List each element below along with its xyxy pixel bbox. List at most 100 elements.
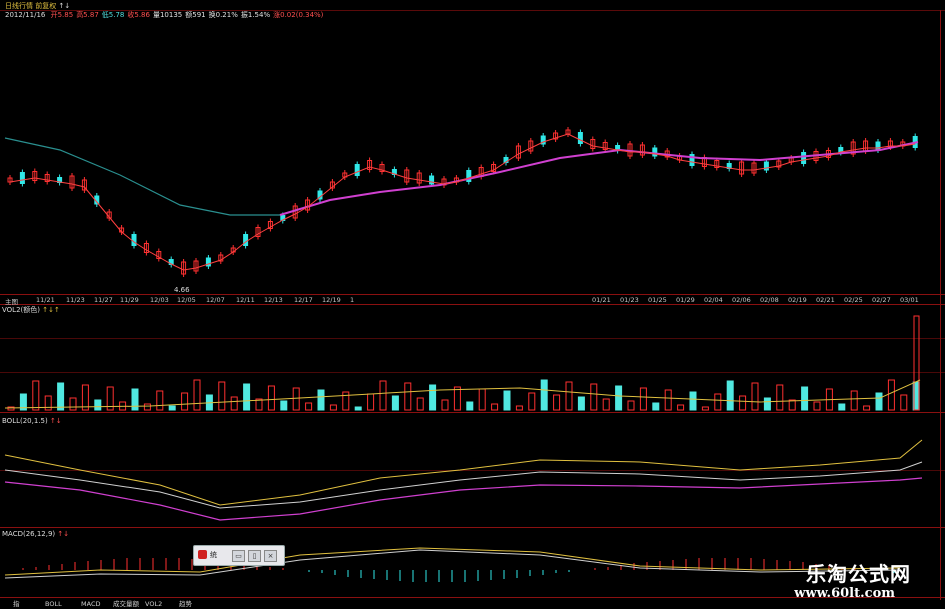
- candle-body: [243, 234, 249, 246]
- volume-bar: [503, 390, 511, 411]
- boll-arrows[interactable]: ↑↓: [50, 417, 62, 425]
- candle-body: [19, 172, 25, 184]
- x-tick-label: 02/21: [816, 296, 835, 304]
- x-tick-label: 12/11: [236, 296, 255, 304]
- volume-bar: [763, 397, 771, 411]
- volume-bar: [466, 401, 474, 411]
- volume-bar: [131, 388, 139, 411]
- candle-body: [801, 152, 807, 164]
- x-tick-label: 11/23: [66, 296, 85, 304]
- chart-canvas: [4, 127, 923, 582]
- volume-bar: [478, 388, 486, 411]
- volume-bar: [416, 397, 424, 411]
- toolbar-logo-icon: [198, 550, 207, 559]
- volume-bar: [838, 403, 846, 411]
- volume-bar: [677, 404, 685, 411]
- floating-toolbar[interactable]: 统 ▭ ▯ ×: [193, 545, 285, 566]
- watermark-title: 乐淘公式网: [806, 562, 911, 586]
- volume-bar: [193, 379, 201, 411]
- x-tick-label: 02/08: [760, 296, 779, 304]
- x-tick-label: 03/01: [900, 296, 919, 304]
- volume-bar: [639, 387, 647, 411]
- tab-0[interactable]: 指: [10, 600, 23, 609]
- volume-bar: [602, 398, 610, 411]
- candle-body: [875, 141, 881, 151]
- volume-bar: [280, 400, 288, 411]
- volume-bar: [230, 396, 238, 411]
- boll-upper-line: [4, 439, 923, 506]
- macd-label[interactable]: MACD(26,12,9): [2, 530, 55, 538]
- volume-bar: [887, 379, 895, 411]
- minimize-button[interactable]: ▭: [232, 550, 245, 562]
- tab-3[interactable]: 成交量额: [110, 600, 142, 609]
- volume-bar: [664, 389, 672, 411]
- x-tick-label: 1: [350, 296, 355, 304]
- volume-bar: [317, 389, 325, 411]
- x-tick-label: 12/05: [177, 296, 196, 304]
- macd-panel-title: MACD(26,12,9) ↑↓: [2, 530, 69, 539]
- volume-bar: [429, 384, 437, 411]
- close-button[interactable]: ×: [264, 550, 277, 562]
- volume-bar: [32, 380, 40, 411]
- volume-arrows[interactable]: ↑↓↑: [42, 306, 60, 314]
- volume-bar: [689, 391, 697, 411]
- x-tick-label: 02/06: [732, 296, 751, 304]
- volume-bar: [491, 403, 499, 411]
- volume-label[interactable]: VOL2(额色): [2, 306, 40, 314]
- macd-arrows[interactable]: ↑↓: [57, 530, 69, 538]
- x-tick-label: 12/17: [294, 296, 313, 304]
- x-tick-label: 02/25: [844, 296, 863, 304]
- volume-bar: [391, 395, 399, 411]
- candle-body: [763, 161, 769, 171]
- tab-2[interactable]: MACD: [78, 600, 103, 609]
- x-tick-label: 02/04: [704, 296, 723, 304]
- volume-bar: [453, 386, 461, 411]
- volume-bar: [354, 406, 362, 411]
- volume-bar: [528, 392, 536, 411]
- volume-bar: [590, 383, 598, 411]
- x-tick-label: 02/27: [872, 296, 891, 304]
- volume-bar: [292, 387, 300, 411]
- volume-bar: [267, 385, 275, 411]
- volume-bar: [367, 393, 375, 411]
- volume-bar: [243, 383, 251, 411]
- volume-bar: [404, 382, 412, 411]
- x-tick-label: 11/27: [94, 296, 113, 304]
- tab-4[interactable]: VOL2: [142, 600, 165, 609]
- candle-body: [652, 147, 658, 157]
- volume-bar: [441, 399, 449, 411]
- volume-bar: [168, 405, 176, 411]
- x-tick-label: 02/19: [788, 296, 807, 304]
- x-tick-label: 主图: [5, 298, 18, 306]
- volume-bar: [305, 402, 313, 411]
- volume-bar: [515, 405, 523, 411]
- volume-bar: [156, 390, 164, 411]
- x-tick-label: 01/25: [648, 296, 667, 304]
- volume-bar: [181, 392, 189, 411]
- volume-bar: [701, 406, 709, 411]
- volume-bar: [875, 392, 883, 411]
- volume-panel-title: VOL2(额色) ↑↓↑: [2, 306, 60, 315]
- volume-bar: [379, 380, 387, 411]
- volume-bar: [751, 382, 759, 411]
- tab-5[interactable]: 趋势: [176, 600, 195, 609]
- candle-body: [354, 164, 360, 176]
- volume-bar: [81, 384, 89, 411]
- ma-mid-line: [279, 141, 919, 216]
- volume-bar: [540, 379, 548, 411]
- volume-bar: [342, 391, 350, 411]
- toolbar-label: 统: [210, 551, 217, 559]
- tab-1[interactable]: BOLL: [42, 600, 65, 609]
- volume-bar: [776, 384, 784, 411]
- x-tick-label: 01/23: [620, 296, 639, 304]
- volume-bar: [329, 404, 337, 411]
- volume-bar: [565, 381, 573, 411]
- volume-bar: [801, 386, 809, 411]
- x-tick-label: 01/29: [676, 296, 695, 304]
- boll-mid-line: [4, 461, 923, 509]
- volume-bar: [553, 394, 561, 411]
- restore-button[interactable]: ▯: [248, 550, 261, 562]
- x-tick-label: 01/21: [592, 296, 611, 304]
- boll-label[interactable]: BOLL(20,1.5): [2, 417, 48, 425]
- volume-bar: [69, 397, 77, 411]
